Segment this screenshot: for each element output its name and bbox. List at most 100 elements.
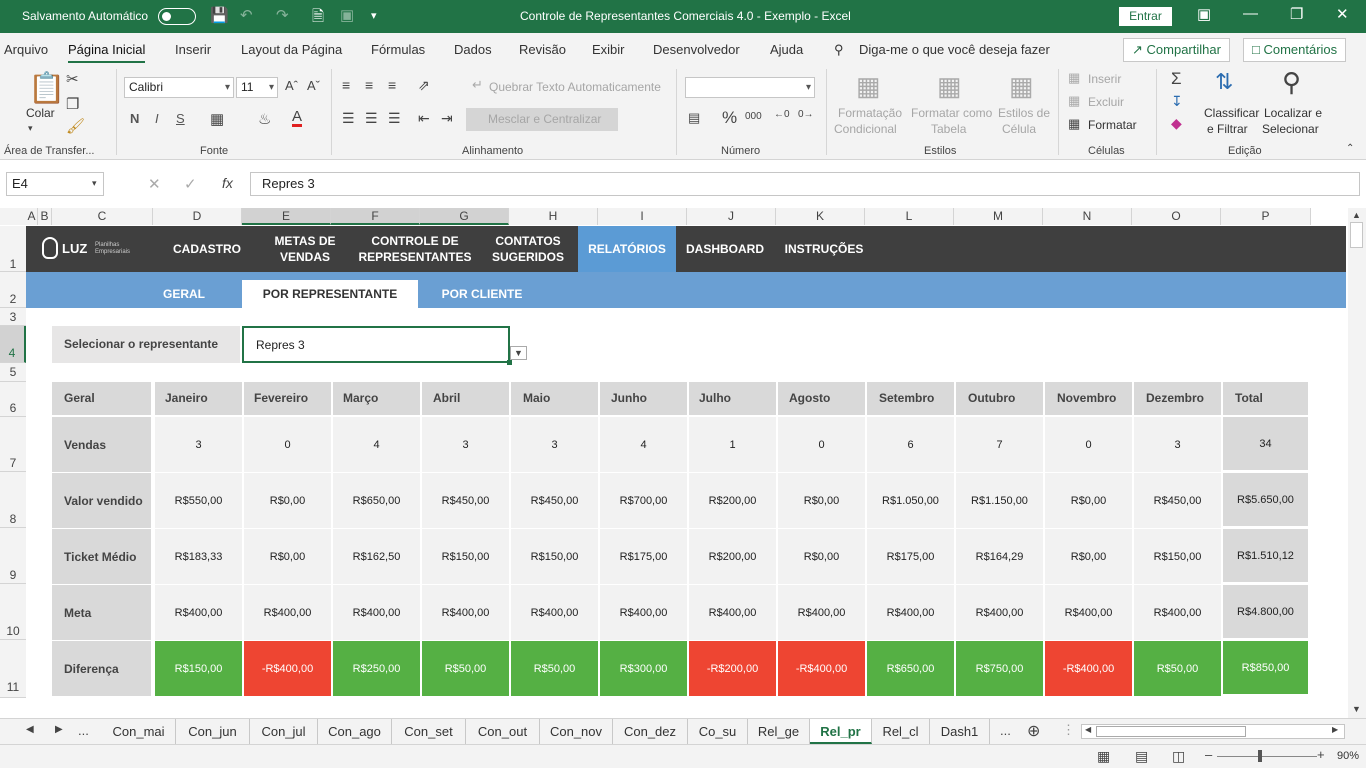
- borders-icon[interactable]: ▦: [210, 110, 224, 128]
- row-header-2[interactable]: 2: [0, 272, 26, 308]
- enter-icon[interactable]: ✓: [184, 175, 197, 193]
- number-format-select[interactable]: [685, 77, 815, 98]
- indent-increase-icon[interactable]: ⇥: [441, 110, 453, 127]
- orientation-icon[interactable]: ⇗: [418, 77, 430, 94]
- table-cell-valor-vendido[interactable]: R$650,00: [333, 473, 420, 528]
- table-cell-meta[interactable]: R$400,00: [511, 585, 598, 640]
- merge-center-button[interactable]: Mesclar e Centralizar: [466, 108, 618, 131]
- table-cell-meta[interactable]: R$400,00: [867, 585, 954, 640]
- table-cell-meta[interactable]: R$400,00: [244, 585, 331, 640]
- share-button[interactable]: ↗ Compartilhar: [1123, 38, 1230, 62]
- table-cell-valor-vendido[interactable]: R$0,00: [244, 473, 331, 528]
- nav-instrucoes[interactable]: INSTRUÇÕES: [780, 226, 868, 272]
- sheet-tab-rel-pr[interactable]: Rel_pr: [810, 719, 872, 744]
- font-size-select[interactable]: 11: [236, 77, 278, 98]
- table-cell-diferenca[interactable]: -R$200,00: [689, 641, 776, 696]
- ribbon-display-icon[interactable]: ▣: [1197, 5, 1211, 23]
- menu-formulas[interactable]: Fórmulas: [371, 42, 425, 57]
- representative-select[interactable]: Repres 3: [242, 326, 510, 363]
- row-header-11[interactable]: 11: [0, 640, 26, 698]
- table-total-meta[interactable]: R$4.800,00: [1223, 585, 1308, 638]
- tab-splitter-icon[interactable]: ⋮: [1062, 722, 1075, 738]
- representative-dropdown-icon[interactable]: ▼: [510, 346, 527, 360]
- table-cell-meta[interactable]: R$400,00: [600, 585, 687, 640]
- table-cell-ticket-medio[interactable]: R$162,50: [333, 529, 420, 584]
- paste-icon[interactable]: 📋: [28, 71, 65, 106]
- subnav-geral[interactable]: GERAL: [138, 272, 230, 308]
- nav-controle-representantes[interactable]: CONTROLE DE REPRESENTANTES: [358, 226, 471, 272]
- sheet-tab-con-mai[interactable]: Con_mai: [102, 719, 176, 744]
- menu-ajuda[interactable]: Ajuda: [770, 42, 803, 57]
- nav-dashboard[interactable]: DASHBOARD: [682, 226, 768, 272]
- formula-input[interactable]: Repres 3: [250, 172, 1360, 196]
- table-cell-valor-vendido[interactable]: R$0,00: [1045, 473, 1132, 528]
- page-break-icon[interactable]: ◫: [1172, 748, 1185, 765]
- table-cell-meta[interactable]: R$400,00: [689, 585, 776, 640]
- collapse-ribbon-icon[interactable]: ⌃: [1346, 143, 1354, 154]
- table-total-vendas[interactable]: 34: [1223, 417, 1308, 470]
- row-header-8[interactable]: 8: [0, 472, 26, 528]
- menu-exibir[interactable]: Exibir: [592, 42, 625, 57]
- font-color-icon[interactable]: A: [292, 109, 303, 127]
- table-cell-vendas[interactable]: 0: [778, 417, 865, 472]
- table-cell-meta[interactable]: R$400,00: [155, 585, 242, 640]
- fill-icon[interactable]: ↧: [1171, 93, 1183, 110]
- table-cell-ticket-medio[interactable]: R$164,29: [956, 529, 1043, 584]
- camera-icon[interactable]: ▣: [340, 6, 354, 24]
- table-cell-vendas[interactable]: 7: [956, 417, 1043, 472]
- sheet-tab-con-dez[interactable]: Con_dez: [613, 719, 688, 744]
- zoom-slider[interactable]: [1217, 756, 1317, 757]
- format-cells-button[interactable]: Formatar: [1088, 118, 1137, 132]
- table-cell-valor-vendido[interactable]: R$0,00: [778, 473, 865, 528]
- table-cell-meta[interactable]: R$400,00: [778, 585, 865, 640]
- table-cell-valor-vendido[interactable]: R$200,00: [689, 473, 776, 528]
- restore-icon[interactable]: ❐: [1290, 5, 1303, 23]
- page-layout-icon[interactable]: ▤: [1135, 748, 1148, 765]
- column-header-j[interactable]: J: [687, 208, 776, 225]
- table-cell-valor-vendido[interactable]: R$700,00: [600, 473, 687, 528]
- sign-in-button[interactable]: Entrar: [1119, 7, 1172, 26]
- table-cell-vendas[interactable]: 6: [867, 417, 954, 472]
- menu-desenvolvedor[interactable]: Desenvolvedor: [653, 42, 740, 57]
- name-box-dropdown-icon[interactable]: ▾: [92, 178, 97, 189]
- zoom-out-icon[interactable]: –: [1205, 747, 1212, 762]
- table-cell-ticket-medio[interactable]: R$150,00: [511, 529, 598, 584]
- normal-view-icon[interactable]: ▦: [1097, 748, 1110, 765]
- tab-scroll-right-icon[interactable]: ▶: [55, 724, 63, 735]
- nav-metas-vendas[interactable]: METAS DE VENDAS: [257, 226, 353, 272]
- table-cell-ticket-medio[interactable]: R$0,00: [244, 529, 331, 584]
- table-cell-ticket-medio[interactable]: R$0,00: [1045, 529, 1132, 584]
- table-total-ticket-medio[interactable]: R$1.510,12: [1223, 529, 1308, 582]
- row-header-7[interactable]: 7: [0, 417, 26, 472]
- vertical-scrollbar[interactable]: ▲ ▼: [1348, 208, 1366, 718]
- table-cell-diferenca[interactable]: R$300,00: [600, 641, 687, 696]
- tab-more-right[interactable]: ...: [1000, 723, 1011, 738]
- cut-icon[interactable]: ✂: [66, 70, 79, 88]
- wrap-text-button[interactable]: Quebrar Texto Automaticamente: [489, 80, 661, 94]
- sheet-tab-con-ago[interactable]: Con_ago: [318, 719, 392, 744]
- table-cell-valor-vendido[interactable]: R$450,00: [422, 473, 509, 528]
- decrease-decimal-icon[interactable]: 0→: [798, 109, 814, 120]
- menu-layout[interactable]: Layout da Página: [241, 42, 342, 57]
- table-cell-valor-vendido[interactable]: R$450,00: [511, 473, 598, 528]
- conditional-format-icon[interactable]: ▦: [856, 71, 881, 102]
- column-header-n[interactable]: N: [1043, 208, 1132, 225]
- column-header-l[interactable]: L: [865, 208, 954, 225]
- format-painter-icon[interactable]: 🖌: [66, 117, 85, 135]
- table-cell-ticket-medio[interactable]: R$175,00: [600, 529, 687, 584]
- table-cell-diferenca[interactable]: R$50,00: [511, 641, 598, 696]
- sort-filter-label-1[interactable]: Classificar: [1204, 106, 1259, 120]
- table-cell-ticket-medio[interactable]: R$150,00: [422, 529, 509, 584]
- sheet-tab-con-jul[interactable]: Con_jul: [250, 719, 318, 744]
- column-header-k[interactable]: K: [776, 208, 865, 225]
- table-total-valor-vendido[interactable]: R$5.650,00: [1223, 473, 1308, 526]
- new-doc-icon[interactable]: 🗎: [312, 6, 324, 31]
- table-cell-vendas[interactable]: 3: [511, 417, 598, 472]
- table-cell-meta[interactable]: R$400,00: [1134, 585, 1221, 640]
- sheet-tab-co-su[interactable]: Co_su: [688, 719, 748, 744]
- name-box[interactable]: E4: [6, 172, 104, 196]
- tab-scroll-left-icon[interactable]: ◀: [26, 724, 34, 735]
- align-middle-icon[interactable]: ≡: [365, 77, 373, 93]
- delete-cells-button[interactable]: Excluir: [1088, 95, 1124, 109]
- sheet-tab-dash1[interactable]: Dash1: [930, 719, 990, 744]
